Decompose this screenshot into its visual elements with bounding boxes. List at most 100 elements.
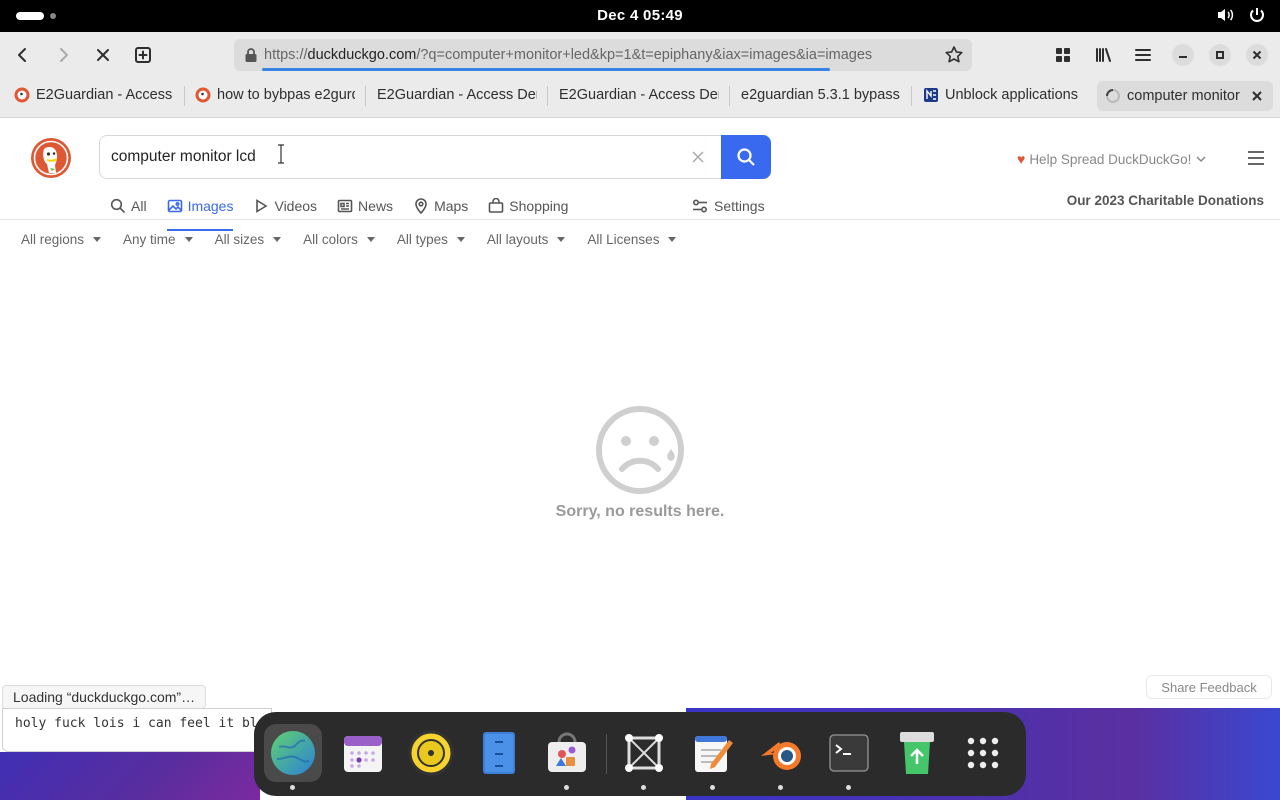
dock-rhythmbox[interactable] [402, 724, 460, 782]
web-browser-icon [271, 731, 315, 775]
play-icon [256, 199, 269, 213]
maximize-icon [1216, 51, 1224, 59]
tab-separator [547, 86, 548, 106]
dock-app-grid[interactable] [954, 724, 1012, 782]
dock-software-store[interactable] [538, 724, 596, 790]
sad-face-icon [596, 406, 684, 494]
search-input[interactable]: computer monitor lcd [111, 148, 256, 166]
settings-link[interactable]: Settings [692, 191, 765, 221]
running-indicator [290, 785, 295, 790]
tab-shopping[interactable]: Shopping [488, 191, 568, 221]
terminal-icon [829, 734, 869, 772]
filter-region[interactable]: All regions [21, 232, 101, 247]
tab-4[interactable]: E2Guardian - Access Den [559, 78, 719, 112]
close-window-button[interactable] [1246, 44, 1268, 66]
tab-images-label: Images [187, 198, 234, 214]
loading-status: Loading “duckduckgo.com”… [2, 685, 207, 709]
close-icon [97, 49, 109, 61]
chevron-left-icon [18, 48, 26, 62]
dock-blender[interactable] [752, 724, 810, 790]
dock-terminal[interactable] [820, 724, 878, 790]
newspaper-icon [337, 199, 353, 213]
dock-screenshot-tool[interactable] [615, 724, 673, 790]
ddg-favicon [195, 87, 211, 103]
settings-label: Settings [714, 198, 765, 214]
tab-5[interactable]: e2guardian 5.3.1 bypass [741, 78, 901, 112]
tab-videos[interactable]: Videos [253, 191, 317, 221]
desktop-wallpaper-left [0, 752, 260, 800]
volume-icon[interactable] [1216, 6, 1234, 24]
tab-label: e2guardian 5.3.1 bypass [741, 87, 900, 103]
address-bar[interactable]: https://duckduckgo.com/?q=computer+monit… [234, 39, 972, 71]
tab-label: computer monitor [1127, 88, 1240, 104]
tab-label: E2Guardian - Access Den [377, 87, 537, 103]
running-indicator [710, 785, 715, 790]
map-pin-icon [415, 198, 427, 214]
help-spread-link[interactable]: ♥ Help Spread DuckDuckGo! [1017, 151, 1207, 167]
filter-type[interactable]: All types [397, 232, 465, 247]
tab-news[interactable]: News [337, 191, 393, 221]
terminal-window-peek[interactable]: holy fuck lois i can feel it bl [2, 708, 272, 752]
tab-maps[interactable]: Maps [413, 191, 468, 221]
url-text[interactable]: https://duckduckgo.com/?q=computer+monit… [264, 47, 872, 63]
library-button[interactable] [1088, 40, 1118, 70]
filter-time[interactable]: Any time [123, 232, 193, 247]
site-favicon [924, 88, 938, 102]
tab-videos-label: Videos [274, 198, 318, 214]
dock-trash[interactable] [888, 724, 946, 782]
bookmark-star-icon[interactable] [944, 45, 964, 65]
running-indicator [564, 785, 569, 790]
tab-overview-button[interactable] [1048, 40, 1078, 70]
trash-icon [900, 732, 934, 774]
close-tab-icon[interactable] [1249, 88, 1265, 104]
filter-size[interactable]: All sizes [215, 232, 282, 247]
filter-color[interactable]: All colors [303, 232, 375, 247]
dock-file-manager[interactable] [470, 724, 528, 782]
clear-search-icon[interactable] [690, 149, 706, 165]
dock-web-browser[interactable] [264, 724, 322, 790]
hamburger-icon [1135, 49, 1151, 61]
tab-6[interactable]: Unblock applications [923, 78, 1083, 112]
system-clock[interactable]: Dec 4 05:49 [0, 7, 1280, 24]
charitable-donations-link[interactable]: Our 2023 Charitable Donations [1067, 193, 1264, 208]
tab-7-active[interactable]: computer monitor [1097, 81, 1273, 111]
search-submit-button[interactable] [721, 135, 771, 179]
running-indicator [846, 785, 851, 790]
search-type-tabs: All Images Videos News Maps Shopping [110, 191, 588, 231]
tab-all[interactable]: All [110, 191, 147, 221]
url-scheme: https:// [264, 47, 308, 63]
minimize-icon [1179, 56, 1187, 58]
forward-button[interactable] [48, 40, 78, 70]
maximize-button[interactable] [1209, 44, 1231, 66]
search-box[interactable]: computer monitor lcd [99, 135, 771, 179]
tab-3[interactable]: E2Guardian - Access Den [377, 78, 537, 112]
screenshot-tool-icon [625, 734, 663, 772]
software-store-icon [548, 732, 586, 772]
page-menu-button[interactable] [1248, 151, 1264, 165]
library-icon [1096, 48, 1111, 62]
tab-label: how to bybpas e2gurd [217, 87, 355, 103]
tab-1[interactable]: E2Guardian - Access [14, 78, 174, 112]
main-menu-button[interactable] [1128, 40, 1158, 70]
header-divider [0, 219, 1280, 220]
dock-calendar[interactable] [334, 724, 392, 782]
stop-loading-button[interactable] [88, 40, 118, 70]
power-icon[interactable] [1248, 6, 1266, 24]
filter-layout[interactable]: All layouts [487, 232, 566, 247]
filter-license[interactable]: All Licenses [587, 232, 676, 247]
back-button[interactable] [8, 40, 38, 70]
tab-images[interactable]: Images [166, 191, 234, 231]
lock-icon[interactable] [244, 47, 258, 63]
dock-text-editor[interactable] [684, 724, 742, 790]
minimize-button[interactable] [1172, 44, 1194, 66]
ddg-favicon [14, 87, 30, 103]
share-feedback-button[interactable]: Share Feedback [1146, 675, 1272, 699]
chevron-right-icon [60, 48, 68, 62]
new-tab-button[interactable] [128, 40, 158, 70]
text-editor-icon [695, 736, 733, 772]
tab-2[interactable]: how to bybpas e2gurd [195, 78, 355, 112]
running-indicator [778, 785, 783, 790]
loading-spinner-icon [1106, 89, 1120, 103]
image-icon [167, 199, 182, 213]
duckduckgo-logo[interactable] [30, 137, 72, 179]
